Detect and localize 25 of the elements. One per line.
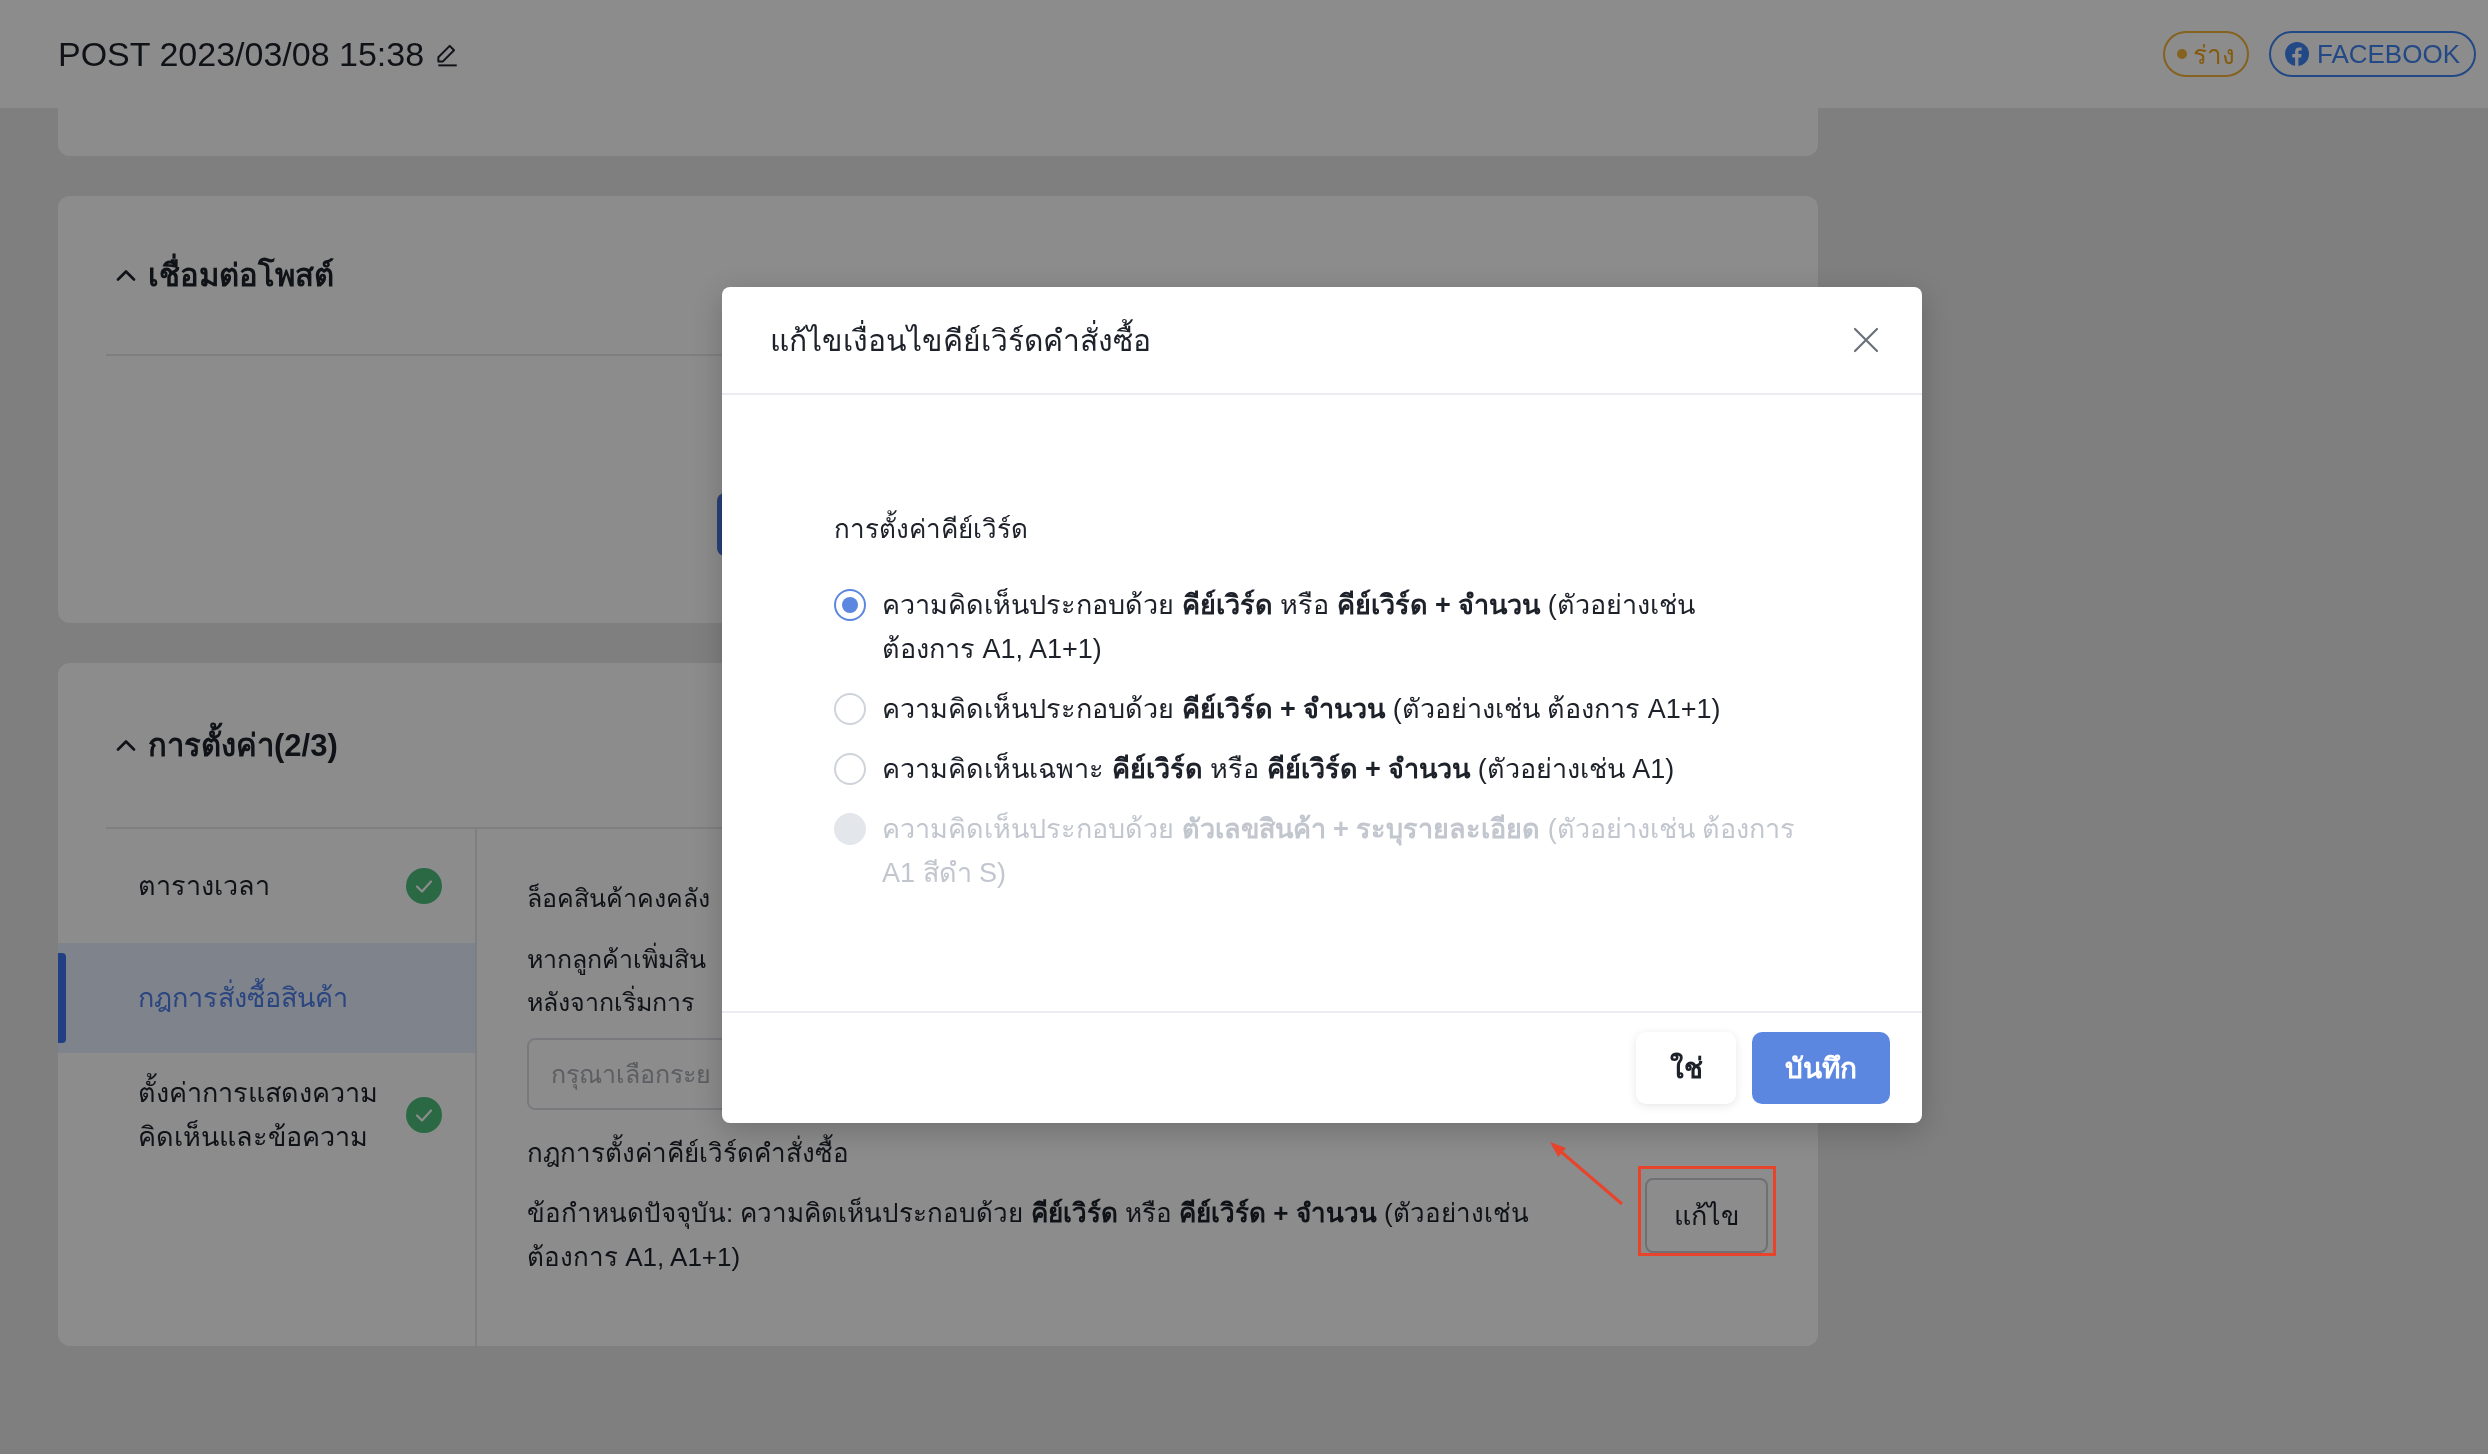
current-rule-text: ข้อกำหนดปัจจุบัน: ความคิดเห็นประกอบด้วย คีย์เวิร์ด หรือ คีย์เวิร์ด + จำนวน (ตัวอย่างเช่น ต้องการ A1, A1+1) xyxy=(527,1196,1530,1274)
section-title: เชื่อมต่อโพสต์ xyxy=(148,250,334,300)
option-label: ความคิดเห็นประกอบด้วย คีย์เวิร์ด หรือ คีย์เวิร์ด + จำนวน (ตัวอย่างเช่น ต้องการ A1, A1+1) xyxy=(882,587,1696,666)
step-item[interactable]: ตารางเวลา xyxy=(58,829,475,943)
option-label: ความคิดเห็นประกอบด้วย คีย์เวิร์ด + จำนวน (ตัวอย่างเช่น ต้องการ A1+1) xyxy=(882,691,1722,726)
status-dot-icon xyxy=(2176,49,2187,59)
step-item[interactable]: ตั้งค่าการแสดงความคิดเห็นและข้อความ xyxy=(58,1053,475,1177)
radio-button[interactable] xyxy=(834,589,866,621)
save-button[interactable]: บันทึก xyxy=(1752,1032,1890,1104)
lock-label: ล็อคสินค้าคงคลัง xyxy=(527,882,710,914)
option-label: ความคิดเห็นเฉพาะ คีย์เวิร์ด หรือ คีย์เวิร์ด + จำนวน (ตัวอย่างเช่น A1) xyxy=(882,751,1676,786)
confirm-button[interactable]: ใช่ xyxy=(1636,1032,1736,1104)
close-icon[interactable] xyxy=(1853,327,1879,353)
option-label: ความคิดเห็นประกอบด้วย ตัวเลขสินค้า + ระบุรายละเอียด (ตัวอย่างเช่น ต้องการ A1 สีดำ S) xyxy=(882,811,1797,890)
dialog-title: แก้ไขเงื่อนไขคีย์เวิร์ดคำสั่งซื้อ xyxy=(770,316,1151,364)
description-text: หากลูกค้าเพิ่มสิน หลังจากเริ่มการ xyxy=(527,938,706,1024)
status-label: ร่าง xyxy=(2192,38,2235,72)
section-title: การตั้งค่า(2/3) xyxy=(148,720,338,770)
post-title: POST 2023/03/08 15:38 xyxy=(58,34,425,74)
chevron-icon[interactable] xyxy=(116,269,136,281)
edit-button[interactable]: แก้ไข xyxy=(1645,1178,1768,1253)
field-label: การตั้งค่าคีย์เวิร์ด xyxy=(834,507,1028,551)
rule-label: กฎการตั้งค่าคีย์เวิร์ดคำสั่งซื้อ xyxy=(527,1131,849,1175)
logo-icon xyxy=(2284,42,2309,66)
chevron-icon[interactable] xyxy=(116,739,136,751)
